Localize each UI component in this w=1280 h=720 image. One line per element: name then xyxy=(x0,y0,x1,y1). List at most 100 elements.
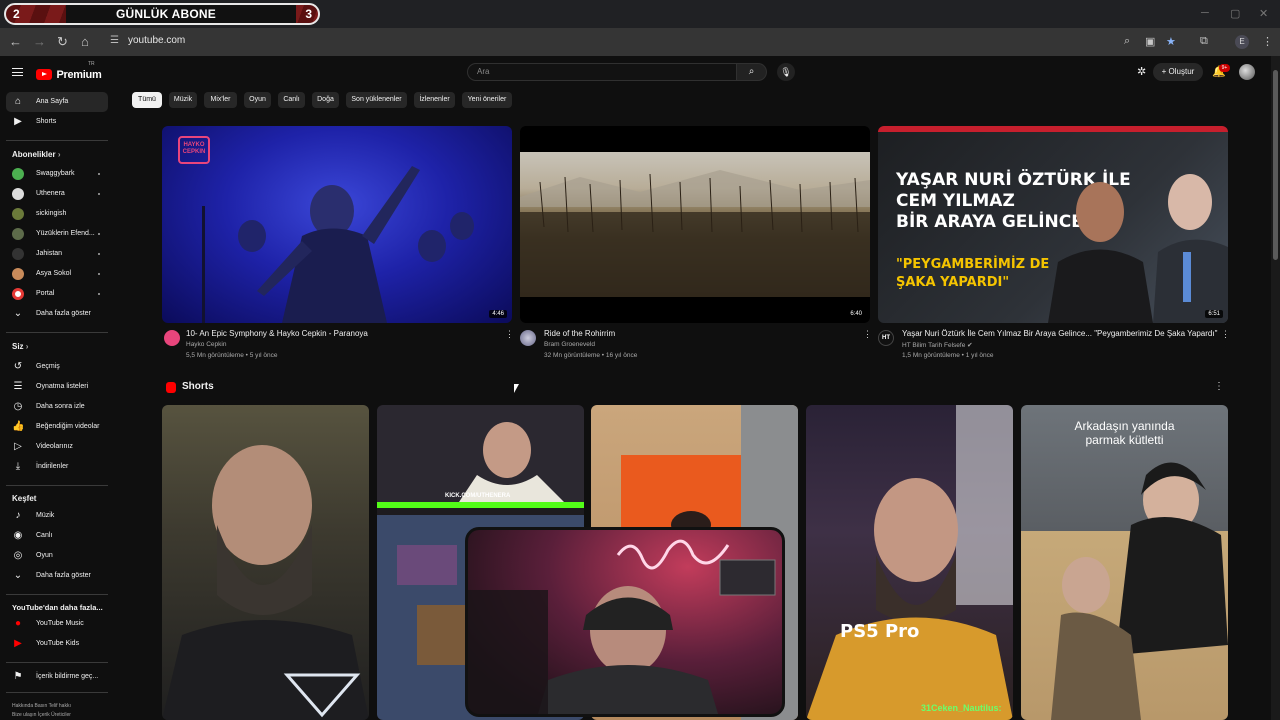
sidebar-item-label: Müzik xyxy=(36,512,55,519)
channel-avatar[interactable] xyxy=(520,330,536,346)
sidebar-item-label: Geçmiş xyxy=(36,363,60,370)
yt-kids-icon: ▶ xyxy=(14,638,22,649)
sidebar-item-liked[interactable]: 👍 Beğendiğim videolar xyxy=(6,417,108,437)
mouse-cursor xyxy=(514,384,519,393)
bookmark-star-icon[interactable]: ★ xyxy=(1166,35,1176,48)
video-channel[interactable]: HT Bilim Tarih Felsefe ✔ xyxy=(902,341,973,349)
sidebar-item-yt-music[interactable]: ● YouTube Music xyxy=(6,614,108,634)
sidebar-item-label: Videolarınız xyxy=(36,443,73,450)
sidebar-item-gaming[interactable]: ◎ Oyun xyxy=(6,546,108,566)
ps5-pro-logo: PS5 Pro xyxy=(840,621,920,642)
subscriptions-heading[interactable]: Abonelikler › xyxy=(12,150,60,159)
more-options-icon[interactable]: ⋮ xyxy=(1221,329,1230,340)
scrollbar[interactable] xyxy=(1271,56,1280,720)
chip-recently-uploaded[interactable]: Son yüklenenler xyxy=(346,92,407,108)
chip-mixes[interactable]: Mix'ler xyxy=(204,92,237,108)
video-thumbnail[interactable]: HAYKO CEPKIN 4:46 xyxy=(162,126,512,323)
voice-search-button[interactable]: 🎙 xyxy=(777,63,795,81)
video-title[interactable]: Ride of the Rohirrim xyxy=(544,329,615,338)
video-duration: 4:46 xyxy=(489,310,507,318)
footer-links[interactable]: Bize ulaşın İçerik Üreticiler xyxy=(12,712,71,718)
chip-nature[interactable]: Doğa xyxy=(312,92,339,108)
sidebar-item-show-more[interactable]: ⌄ Daha fazla göster xyxy=(6,566,108,586)
create-button[interactable]: + Oluştur xyxy=(1153,63,1203,81)
short-thumbnail[interactable]: PS5 Pro xyxy=(806,405,1013,720)
footer-links[interactable]: Hakkında Basın Telif hakkı xyxy=(12,703,71,709)
chat-message: 31Ceken_Nautilus: xyxy=(921,703,1002,713)
sidebar-item-playlists[interactable]: ☰ Oynatma listeleri xyxy=(6,377,108,397)
extensions-icon[interactable]: ⧉ xyxy=(1200,35,1208,48)
chip-watched[interactable]: İzlenenler xyxy=(414,92,455,108)
chip-music[interactable]: Müzik xyxy=(169,92,197,108)
country-code: TR xyxy=(88,61,95,67)
sidebar-item-show-more[interactable]: ⌄ Daha fazla göster xyxy=(6,304,108,324)
more-options-icon[interactable]: ⋮ xyxy=(505,329,514,340)
sidebar-item-channel[interactable]: Asya Sokol xyxy=(6,264,108,284)
avatar[interactable] xyxy=(1239,64,1255,80)
divider xyxy=(6,692,108,693)
chip-gaming[interactable]: Oyun xyxy=(244,92,271,108)
search-button[interactable]: ⌕ xyxy=(737,63,767,81)
install-app-icon[interactable]: ▣ xyxy=(1145,35,1155,48)
browser-profile-avatar[interactable]: E xyxy=(1235,35,1249,49)
channel-avatar[interactable]: HT xyxy=(878,330,894,346)
short-thumbnail[interactable] xyxy=(162,405,369,720)
ps5-pro-scene xyxy=(806,405,1013,720)
sidebar-item-yt-kids[interactable]: ▶ YouTube Kids xyxy=(6,634,108,654)
sidebar-item-channel[interactable]: Portal xyxy=(6,284,108,304)
sidebar-item-live[interactable]: ◉ Canlı xyxy=(6,526,108,546)
shorts-section-title: Shorts xyxy=(182,381,214,392)
forward-icon[interactable]: → xyxy=(33,34,46,49)
sidebar-item-home[interactable]: ⌂ Ana Sayfa xyxy=(6,92,108,112)
you-heading-text: Siz xyxy=(12,342,24,351)
video-channel[interactable]: Bram Groeneveld xyxy=(544,341,595,348)
sidebar-item-watch-later[interactable]: ◷ Daha sonra izle xyxy=(6,397,108,417)
video-thumbnail[interactable]: YAŞAR NURİ ÖZTÜRK İLE CEM YILMAZ BİR ARA… xyxy=(878,126,1228,323)
channel-avatar[interactable] xyxy=(164,330,180,346)
sidebar-item-your-videos[interactable]: ▷ Videolarınız xyxy=(6,437,108,457)
site-info-icon[interactable]: ☰ xyxy=(110,35,122,47)
search-input[interactable]: Ara xyxy=(467,63,737,81)
minimize-icon[interactable]: ─ xyxy=(1201,7,1209,19)
address-bar[interactable]: ☰ youtube.com xyxy=(104,31,1224,53)
you-heading[interactable]: Siz › xyxy=(12,342,28,351)
yt-music-icon: ● xyxy=(14,618,22,629)
chip-new-to-you[interactable]: Yeni öneriler xyxy=(462,92,512,108)
reload-icon[interactable]: ↻ xyxy=(57,34,68,50)
sidebar-item-report[interactable]: ⚑ İçerik bildirme geç... xyxy=(6,667,108,687)
close-icon[interactable]: ✕ xyxy=(1259,7,1268,20)
sidebar-item-channel[interactable]: Uthenera xyxy=(6,184,108,204)
more-options-icon[interactable]: ⋮ xyxy=(863,329,872,340)
scrollbar-thumb[interactable] xyxy=(1273,70,1278,260)
sidebar-item-channel[interactable]: Swaggybark xyxy=(6,164,108,184)
chip-live[interactable]: Canlı xyxy=(278,92,305,108)
divider xyxy=(6,140,108,141)
sidebar-item-channel[interactable]: Jahistan xyxy=(6,244,108,264)
sidebar-item-shorts[interactable]: ▶ Shorts xyxy=(6,112,108,132)
home-browser-icon[interactable]: ⌂ xyxy=(81,34,89,49)
stream-overlay-bar: 2 GÜNLÜK ABONE 3 ─ ▢ ✕ xyxy=(0,0,1280,28)
channel-avatar xyxy=(12,168,24,180)
browser-menu-icon[interactable]: ⋮ xyxy=(1262,35,1273,48)
video-thumbnail[interactable]: 6:40 xyxy=(520,126,870,323)
sidebar-item-channel[interactable]: sickingish xyxy=(6,204,108,224)
sidebar-item-music[interactable]: ♪ Müzik xyxy=(6,506,108,526)
sidebar-item-label: Jahistan xyxy=(36,250,63,257)
more-options-icon[interactable]: ⋮ xyxy=(1214,381,1224,392)
video-title[interactable]: 10- An Epic Symphony & Hayko Cepkin - Pa… xyxy=(186,329,368,338)
youtube-premium-logo[interactable]: Premium TR xyxy=(36,61,102,84)
short-thumbnail[interactable]: Arkadaşın yanında parmak kütletti xyxy=(1021,405,1228,720)
sidebar-item-downloads[interactable]: ⤓ İndirilenler xyxy=(6,457,108,477)
maximize-icon[interactable]: ▢ xyxy=(1230,7,1240,20)
sidebar-item-channel[interactable]: Yüzüklerin Efend... xyxy=(6,224,108,244)
goal-label: GÜNLÜK ABONE xyxy=(116,7,216,21)
stream-url-caption: KICK.COM/UTHENERA xyxy=(445,493,511,499)
video-title[interactable]: Yaşar Nuri Öztürk İle Cem Yılmaz Bir Ara… xyxy=(902,329,1217,338)
zoom-icon[interactable]: ⌕ xyxy=(1124,35,1130,48)
back-icon[interactable]: ← xyxy=(9,34,22,49)
chip-all[interactable]: Tümü xyxy=(132,92,162,108)
sidebar-item-history[interactable]: ↺ Geçmiş xyxy=(6,357,108,377)
menu-icon[interactable] xyxy=(12,68,23,76)
cast-icon[interactable]: ✲ xyxy=(1137,65,1146,78)
video-channel[interactable]: Hayko Cepkin xyxy=(186,341,226,348)
